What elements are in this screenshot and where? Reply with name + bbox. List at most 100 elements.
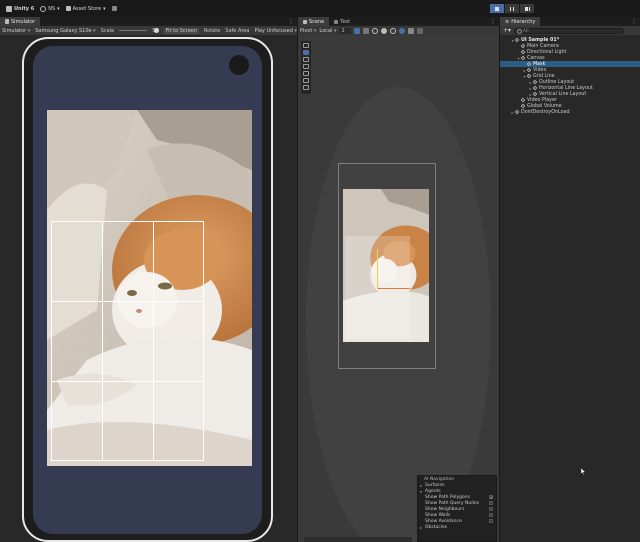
shading-icon[interactable] bbox=[380, 27, 387, 34]
pivot-dropdown[interactable]: Pivot bbox=[300, 28, 316, 34]
device-dropdown[interactable]: Samsung Galaxy S10e bbox=[35, 28, 95, 34]
gameobject-icon bbox=[532, 79, 538, 85]
hierarchy-item-label: Video Player bbox=[527, 97, 557, 103]
view-mode-icon[interactable] bbox=[398, 27, 405, 34]
cat-photo bbox=[47, 110, 252, 466]
gameobject-icon bbox=[532, 85, 538, 91]
hierarchy-search-bar: +▾ All bbox=[500, 26, 640, 35]
step-icon bbox=[524, 6, 530, 11]
effects-icon[interactable] bbox=[407, 27, 414, 34]
device-screen bbox=[33, 46, 262, 534]
unity-menu[interactable]: Unity 6 bbox=[6, 5, 34, 12]
asset-store-label: Asset Store bbox=[72, 5, 102, 12]
agent-option-checkbox[interactable]: ✓ bbox=[489, 495, 493, 500]
asset-store-menu[interactable]: Asset Store ▾ bbox=[65, 5, 106, 12]
rotate-tool-icon[interactable] bbox=[303, 57, 309, 62]
game-icon bbox=[334, 19, 339, 24]
safe-area-toggle[interactable]: Safe Area bbox=[225, 28, 249, 34]
scale-tool-icon[interactable] bbox=[303, 64, 309, 69]
scene-panel: Scene Test ⋮ Pivot Local 1 bbox=[298, 17, 499, 542]
hierarchy-item-label: Horizontal Line Layout bbox=[539, 85, 593, 91]
space-dropdown[interactable]: Local bbox=[319, 28, 336, 34]
agent-option-label: Show Path Polygons bbox=[425, 494, 470, 500]
obstacles-foldout[interactable]: Obstacles bbox=[418, 524, 496, 530]
more-icon[interactable]: ⋮ bbox=[288, 18, 294, 25]
add-icon[interactable]: +▾ bbox=[503, 27, 511, 34]
tab-game[interactable]: Test bbox=[329, 17, 356, 26]
hierarchy-panel: ≡ Hierarchy ⋮ +▾ All ▾ UI Sample 01* Main … bbox=[500, 17, 640, 542]
store-icon bbox=[65, 6, 71, 11]
hierarchy-search-input[interactable]: All bbox=[514, 27, 625, 34]
account-menu[interactable]: NS ▾ bbox=[40, 5, 60, 12]
scene-icon bbox=[303, 19, 307, 24]
video-image bbox=[47, 110, 252, 466]
tab-simulator[interactable]: Simulator bbox=[0, 17, 41, 26]
agent-option-label: Show Path Query Nodes bbox=[425, 500, 480, 506]
gameobject-icon bbox=[514, 109, 520, 115]
play-button[interactable] bbox=[490, 4, 504, 13]
device-frame bbox=[22, 37, 273, 542]
gameobject-icon bbox=[526, 73, 532, 79]
cloud-button[interactable] bbox=[111, 6, 117, 11]
pause-button[interactable] bbox=[505, 4, 519, 13]
agent-option-checkbox[interactable] bbox=[489, 501, 493, 505]
simulator-tabbar: Simulator ⋮ bbox=[0, 17, 297, 26]
account-label: NS bbox=[48, 5, 56, 12]
hierarchy-item-label: Main Camera bbox=[527, 43, 559, 49]
play-controls bbox=[490, 4, 534, 13]
hierarchy-item-label: Grid Line bbox=[533, 73, 555, 79]
agent-option-label: Show Avoidance bbox=[425, 518, 462, 524]
play-mode-dropdown[interactable]: Play Unfocused bbox=[254, 28, 297, 34]
hierarchy-item-label: Outline Layout bbox=[539, 79, 575, 85]
tab-scene[interactable]: Scene bbox=[298, 17, 330, 26]
agent-option-checkbox[interactable] bbox=[489, 519, 493, 523]
agent-option-checkbox[interactable] bbox=[489, 507, 493, 511]
more-icon[interactable]: ⋮ bbox=[490, 18, 496, 25]
gameobject-icon bbox=[532, 91, 538, 97]
scale-slider[interactable] bbox=[119, 28, 160, 33]
hierarchy-item[interactable]: ▸ DontDestroyOnLoad bbox=[500, 109, 640, 115]
stop-icon bbox=[495, 6, 499, 11]
hierarchy-item-label: Video bbox=[533, 67, 547, 73]
hierarchy-item-label: Vertical Line Layout bbox=[539, 91, 587, 97]
snap-field[interactable]: 1 bbox=[339, 27, 351, 34]
move-handle-y[interactable] bbox=[377, 249, 378, 289]
agent-option-checkbox[interactable] bbox=[489, 513, 493, 517]
hierarchy-item-label: Mask bbox=[533, 61, 546, 67]
transform-tool-icon[interactable] bbox=[303, 78, 309, 83]
more-icon[interactable]: ⋮ bbox=[631, 18, 637, 25]
snap-icon[interactable] bbox=[362, 27, 369, 34]
gameobject-icon bbox=[520, 103, 526, 109]
hierarchy-item-label: Canvas bbox=[527, 55, 545, 61]
pause-icon bbox=[510, 6, 514, 11]
front-camera bbox=[229, 55, 249, 75]
gameobject-icon bbox=[520, 49, 526, 55]
hierarchy-item-label: Global Volume bbox=[527, 103, 562, 109]
hierarchy-list-icon: ≡ bbox=[505, 18, 510, 25]
hierarchy-item-label: DontDestroyOnLoad bbox=[521, 109, 570, 115]
hierarchy-tab-label: Hierarchy bbox=[511, 18, 536, 25]
mode-dropdown[interactable]: Simulator bbox=[2, 28, 30, 34]
fit-to-screen-button[interactable]: Fit to Screen bbox=[163, 27, 199, 34]
custom-tool-icon[interactable] bbox=[303, 85, 309, 90]
ai-navigation-overlay: AI Navigation Surfaces Agents Show Path … bbox=[417, 475, 497, 542]
lighting-icon[interactable] bbox=[389, 27, 396, 34]
hierarchy-tabbar: ≡ Hierarchy ⋮ bbox=[500, 17, 640, 26]
move-tool-icon[interactable] bbox=[303, 50, 309, 55]
agent-options: Show Path Polygons ✓ Show Path Query Nodes… bbox=[418, 494, 496, 524]
draw-mode-icon[interactable] bbox=[371, 27, 378, 34]
account-icon bbox=[40, 5, 47, 12]
scene-toolbar: Pivot Local 1 bbox=[298, 26, 499, 35]
step-button[interactable] bbox=[520, 4, 534, 13]
gameobject-icon bbox=[514, 37, 520, 43]
rect-tool-icon[interactable] bbox=[303, 71, 309, 76]
simulator-tab-label: Simulator bbox=[11, 18, 36, 25]
rotate-button[interactable]: Rotate bbox=[204, 28, 220, 34]
gizmos-icon[interactable] bbox=[416, 27, 423, 34]
grid-icon[interactable] bbox=[353, 27, 360, 34]
gameobject-icon bbox=[526, 61, 532, 67]
tab-hierarchy[interactable]: ≡ Hierarchy bbox=[500, 17, 541, 26]
hand-tool-icon[interactable] bbox=[303, 43, 309, 48]
hierarchy-item-label: UI Sample 01* bbox=[521, 37, 560, 43]
move-handle-x[interactable] bbox=[378, 288, 410, 289]
